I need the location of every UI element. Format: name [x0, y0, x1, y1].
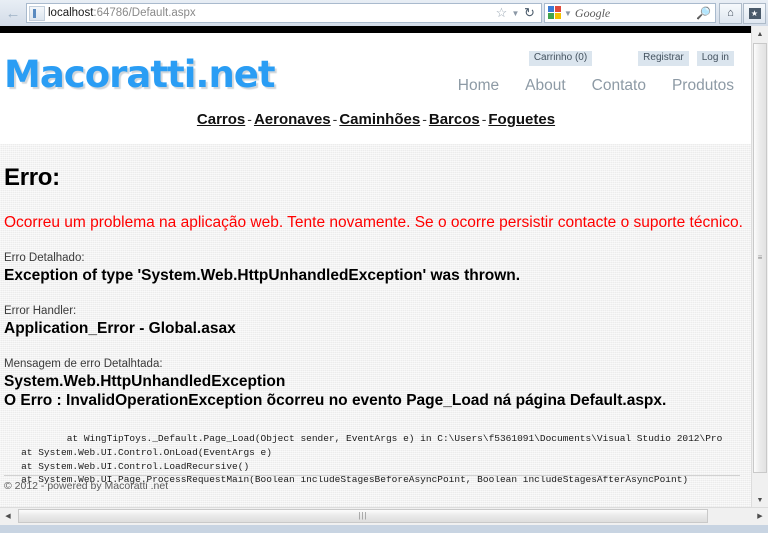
- login-button[interactable]: Log in: [696, 51, 734, 66]
- error-message: Ocorreu um problema na aplicação web. Te…: [4, 214, 743, 231]
- chevron-down-icon[interactable]: ▼: [510, 9, 521, 18]
- horizontal-scrollbar-thumb[interactable]: |||: [18, 509, 708, 523]
- address-bar-text: localhost:64786/Default.aspx: [48, 7, 196, 19]
- register-button[interactable]: Registrar: [638, 51, 689, 66]
- detail-label: Erro Detalhado:: [4, 252, 85, 264]
- handler-value: Application_Error - Global.asax: [4, 320, 236, 337]
- search-engine-chevron-down-icon[interactable]: ▼: [564, 9, 572, 18]
- error-content: Erro: Ocorreu um problema na aplicação w…: [0, 144, 752, 508]
- detail-value: Exception of type 'System.Web.HttpUnhand…: [4, 267, 521, 284]
- horizontal-scrollbar[interactable]: ◀ ||| ▶: [0, 507, 768, 525]
- account-bar: Carrinho (0) Registrar Log in: [528, 51, 734, 66]
- search-input[interactable]: Google: [575, 6, 610, 21]
- scrollbar-grip-icon: ≡: [757, 253, 763, 262]
- scroll-down-arrow-icon[interactable]: ▼: [752, 492, 768, 508]
- reload-icon[interactable]: ↻: [521, 5, 538, 21]
- top-black-bar: [0, 26, 768, 33]
- vertical-scrollbar-thumb[interactable]: ≡: [753, 43, 767, 473]
- category-link-barcos[interactable]: Barcos: [429, 111, 480, 128]
- scroll-right-arrow-icon[interactable]: ▶: [752, 508, 768, 524]
- browser-toolbar: ← localhost:64786/Default.aspx ☆ ▼ ↻ ▼ G…: [0, 0, 768, 26]
- browser-window: ← localhost:64786/Default.aspx ☆ ▼ ↻ ▼ G…: [0, 0, 768, 533]
- vertical-scrollbar[interactable]: ▲ ≡ ▼: [751, 26, 768, 508]
- address-bar-icons: ☆ ▼ ↻: [493, 5, 541, 21]
- main-nav: Home About Contato Produtos: [458, 77, 734, 95]
- nav-item-contato[interactable]: Contato: [592, 77, 646, 95]
- url-path: :64786/Default.aspx: [93, 7, 196, 19]
- scrollbar-grip-icon: |||: [358, 511, 368, 520]
- page-viewport: Macoratti.net Carrinho (0) Registrar Log…: [0, 26, 768, 533]
- detailed-message-line-2: O Erro : InvalidOperationException õcorr…: [4, 392, 667, 409]
- category-separator: -: [422, 111, 427, 127]
- back-arrow-icon[interactable]: ←: [2, 2, 24, 24]
- detailed-message-label: Mensagem de erro Detalhtada:: [4, 358, 163, 370]
- handler-label: Error Handler:: [4, 305, 77, 317]
- address-bar[interactable]: localhost:64786/Default.aspx ☆ ▼ ↻: [26, 3, 542, 23]
- cart-button[interactable]: Carrinho (0): [528, 51, 593, 66]
- search-bar[interactable]: ▼ Google 🔍: [544, 3, 716, 23]
- status-bar: [0, 525, 768, 533]
- site-logo[interactable]: Macoratti.net: [4, 53, 276, 96]
- nav-item-about[interactable]: About: [525, 77, 566, 95]
- category-separator: -: [247, 111, 252, 127]
- footer-divider: [4, 475, 740, 476]
- category-nav: Carros - Aeronaves - Caminhões - Barcos - Foguet…: [0, 109, 752, 139]
- page-title: Erro:: [4, 164, 60, 191]
- bookmark-glyph: ★: [748, 7, 761, 19]
- web-page: Macoratti.net Carrinho (0) Registrar Log…: [0, 33, 752, 508]
- category-link-foguetes[interactable]: Foguetes: [488, 111, 555, 128]
- star-icon[interactable]: ☆: [493, 5, 510, 21]
- scroll-left-arrow-icon[interactable]: ◀: [0, 508, 16, 524]
- site-favicon-icon: [29, 5, 45, 21]
- category-link-carros[interactable]: Carros: [197, 111, 245, 128]
- category-link-caminhoes[interactable]: Caminhões: [339, 111, 420, 128]
- category-link-aeronaves[interactable]: Aeronaves: [254, 111, 331, 128]
- scroll-up-arrow-icon[interactable]: ▲: [752, 26, 768, 42]
- nav-item-produtos[interactable]: Produtos: [672, 77, 734, 95]
- nav-item-home[interactable]: Home: [458, 77, 499, 95]
- magnifier-icon[interactable]: 🔍: [696, 6, 711, 20]
- auth-button-group: Registrar Log in: [638, 51, 734, 66]
- detailed-message-line-1: System.Web.HttpUnhandledException: [4, 373, 286, 390]
- bookmark-star-icon[interactable]: ★: [743, 2, 766, 24]
- google-icon: [548, 6, 562, 20]
- site-header: Macoratti.net Carrinho (0) Registrar Log…: [0, 33, 752, 109]
- home-icon[interactable]: ⌂: [719, 2, 742, 24]
- url-host: localhost: [48, 7, 94, 19]
- stack-trace: at WingTipToys._Default.Page_Load(Object…: [21, 433, 723, 486]
- site-footer: © 2012 - powered by Macoratti .net: [4, 480, 169, 492]
